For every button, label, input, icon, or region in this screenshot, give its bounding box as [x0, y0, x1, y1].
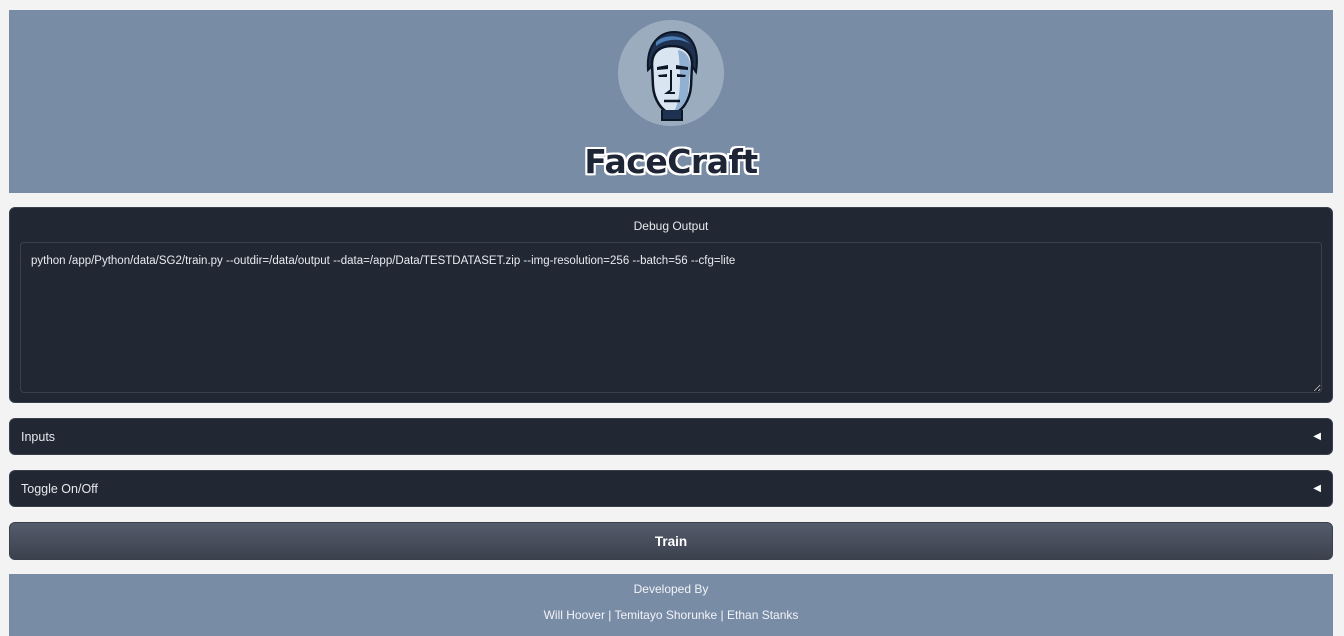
- footer-developer-names: Will Hoover | Temitayo Shorunke | Ethan …: [543, 608, 799, 622]
- collapse-arrow-icon[interactable]: ◀: [1313, 431, 1321, 442]
- debug-output-textarea[interactable]: python /app/Python/data/SG2/train.py --o…: [20, 242, 1322, 393]
- face-portrait-icon: [618, 20, 724, 126]
- collapse-arrow-icon[interactable]: ◀: [1313, 483, 1321, 494]
- toggle-accordion-label: Toggle On/Off: [21, 481, 98, 496]
- footer: Developed By Will Hoover | Temitayo Shor…: [9, 574, 1333, 636]
- inputs-accordion[interactable]: Inputs ◀: [9, 418, 1333, 455]
- train-button[interactable]: Train: [9, 522, 1333, 560]
- inputs-accordion-label: Inputs: [21, 429, 56, 444]
- debug-output-label: Debug Output: [633, 219, 709, 233]
- toggle-accordion[interactable]: Toggle On/Off ◀: [9, 470, 1333, 507]
- debug-output-panel: Debug Output python /app/Python/data/SG2…: [9, 207, 1333, 403]
- footer-title: Developed By: [633, 582, 709, 596]
- app-title: FaceCraft: [584, 142, 758, 181]
- header-banner: FaceCraft: [9, 10, 1333, 193]
